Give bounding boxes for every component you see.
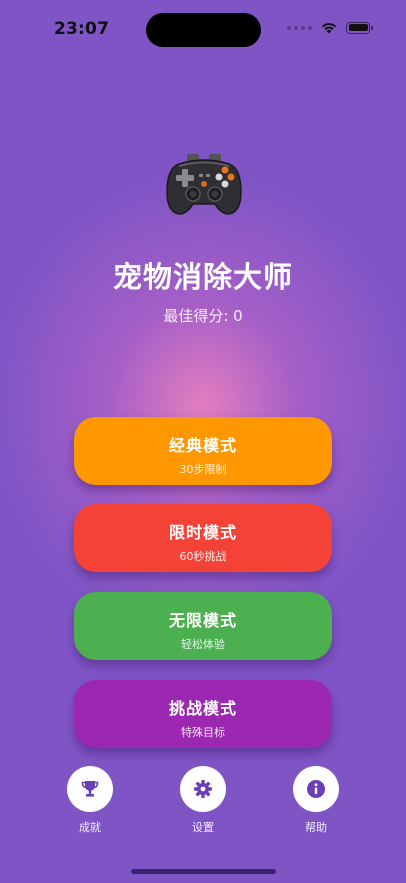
settings-icon-circle[interactable] bbox=[180, 766, 226, 812]
status-icons bbox=[287, 21, 373, 34]
home-indicator bbox=[131, 869, 276, 874]
game-title: 宠物消除大师 bbox=[112, 260, 293, 294]
mode-subtitle: 特殊目标 bbox=[181, 726, 225, 739]
signal-icon bbox=[287, 25, 312, 30]
gamepad-icon bbox=[166, 154, 242, 215]
mode-title: 限时模式 bbox=[168, 523, 237, 542]
mode-title: 无限模式 bbox=[168, 611, 237, 630]
achievements-icon-circle[interactable] bbox=[67, 766, 113, 812]
gear-icon bbox=[194, 780, 212, 798]
help-icon-circle[interactable] bbox=[293, 766, 339, 812]
challenge-mode-button[interactable]: 挑战模式 特殊目标 bbox=[74, 680, 332, 748]
mode-subtitle: 轻松体验 bbox=[181, 638, 225, 651]
mode-title: 挑战模式 bbox=[168, 699, 237, 718]
best-score-label: 最佳得分: 0 bbox=[163, 307, 243, 325]
mode-subtitle: 60秒挑战 bbox=[179, 550, 227, 563]
mode-subtitle: 30步限制 bbox=[179, 463, 227, 476]
wifi-icon bbox=[321, 23, 337, 34]
help-button[interactable]: 帮助 bbox=[286, 766, 346, 835]
info-icon bbox=[307, 780, 325, 798]
achievements-label: 成就 bbox=[79, 821, 101, 834]
battery-icon bbox=[346, 21, 373, 34]
settings-button[interactable]: 设置 bbox=[173, 766, 233, 835]
endless-mode-button[interactable]: 无限模式 轻松体验 bbox=[74, 592, 332, 660]
status-time: 23:07 bbox=[54, 19, 110, 39]
mode-title: 经典模式 bbox=[168, 436, 237, 455]
classic-mode-button[interactable]: 经典模式 30步限制 bbox=[74, 417, 332, 485]
settings-label: 设置 bbox=[192, 821, 214, 834]
main-menu-screen: 23:07 宠物消除大师 最佳得分: 0 经典模式 30步限制 限时模式 60秒… bbox=[0, 0, 406, 883]
trophy-icon bbox=[81, 781, 99, 797]
achievements-button[interactable]: 成就 bbox=[60, 766, 120, 835]
help-label: 帮助 bbox=[305, 821, 327, 834]
dynamic-island bbox=[146, 13, 261, 47]
timed-mode-button[interactable]: 限时模式 60秒挑战 bbox=[74, 504, 332, 572]
